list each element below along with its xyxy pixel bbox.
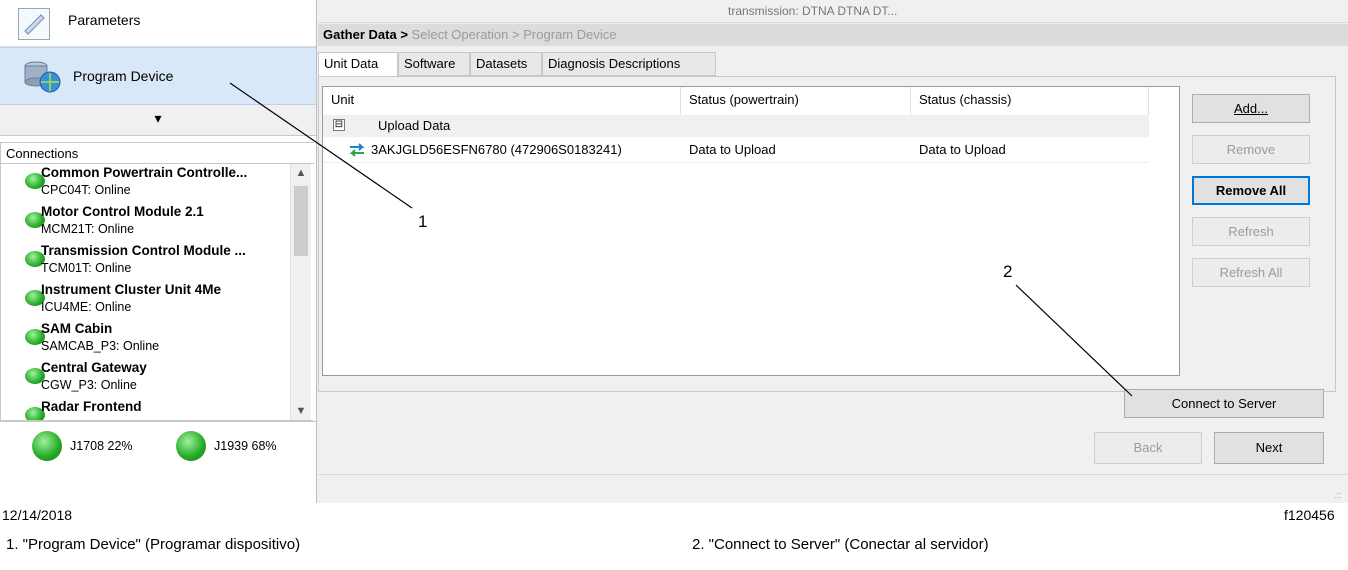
j1708-led-icon <box>32 431 62 461</box>
next-button[interactable]: Next <box>1214 432 1324 464</box>
connection-status: ICU4ME: Online <box>41 300 132 314</box>
connections-list: Common Powertrain Controlle... CPC04T: O… <box>0 164 313 421</box>
chevron-down-icon: ▾ <box>154 110 162 126</box>
bus-status-label: J1939 68% <box>214 439 277 453</box>
add-button[interactable]: Add... <box>1192 94 1310 123</box>
list-item[interactable]: Instrument Cluster Unit 4Me ICU4ME: Onli… <box>1 281 313 320</box>
connection-status: CPC04T: Online <box>41 183 131 197</box>
cell-status-powertrain: Data to Upload <box>689 142 776 157</box>
connection-name: Motor Control Module 2.1 <box>41 204 204 219</box>
unit-data-table: Unit Status (powertrain) Status (chassis… <box>322 86 1180 376</box>
transfer-arrows-icon <box>349 143 365 157</box>
cell-unit: 3AKJGLD56ESFN6780 (472906S0183241) <box>371 142 622 157</box>
breadcrumb-separator: > <box>400 27 408 42</box>
cell-status-chassis: Data to Upload <box>919 142 1006 157</box>
breadcrumb-step: Select Operation <box>411 27 509 42</box>
bus-status-label: J1708 22% <box>70 439 133 453</box>
back-button[interactable]: Back <box>1094 432 1202 464</box>
list-item[interactable]: Motor Control Module 2.1 MCM21T: Online <box>1 203 313 242</box>
tab-unit-data[interactable]: Unit Data <box>318 52 398 77</box>
bus-status-bar: J1708 22% J1939 68% <box>0 421 316 472</box>
nav-item-parameters[interactable]: Parameters <box>0 0 316 47</box>
tab-software[interactable]: Software <box>398 52 470 76</box>
tab-diagnosis-descriptions[interactable]: Diagnosis Descriptions <box>542 52 716 76</box>
column-header-unit[interactable]: Unit <box>323 87 681 115</box>
figure-date: 12/14/2018 <box>2 507 73 523</box>
list-item[interactable]: SAM Cabin SAMCAB_P3: Online <box>1 320 313 359</box>
nav-item-program-device[interactable]: Program Device <box>0 47 316 105</box>
collapse-toggle[interactable]: ▾ <box>0 105 316 136</box>
connection-name: Central Gateway <box>41 360 147 375</box>
breadcrumb-current: Gather Data <box>323 27 397 42</box>
resize-grip-icon[interactable]: .:: <box>1334 490 1342 500</box>
database-network-icon <box>24 61 61 93</box>
window-title: transmission: DTNA DTNA DT... <box>728 4 898 18</box>
list-item[interactable]: Central Gateway CGW_P3: Online <box>1 359 313 398</box>
connection-name: Common Powertrain Controlle... <box>41 165 248 180</box>
connection-status: TCM01T: Online <box>41 261 132 275</box>
refresh-button[interactable]: Refresh <box>1192 217 1310 246</box>
status-bar <box>318 474 1348 503</box>
caption-2: 2. "Connect to Server" (Conectar al serv… <box>692 536 989 553</box>
list-item[interactable]: Radar Frontend <box>1 398 313 420</box>
parameters-icon <box>18 8 50 40</box>
breadcrumb-step: Program Device <box>523 27 617 42</box>
nav-item-label: Parameters <box>68 12 141 28</box>
list-item[interactable]: Common Powertrain Controlle... CPC04T: O… <box>1 164 313 203</box>
list-item[interactable]: Transmission Control Module ... TCM01T: … <box>1 242 313 281</box>
connection-name: SAM Cabin <box>41 321 113 336</box>
group-row[interactable]: ⊟ Upload Data <box>323 115 1149 137</box>
connection-name: Instrument Cluster Unit 4Me <box>41 282 222 297</box>
connections-scrollbar[interactable]: ▲ ▼ <box>290 164 311 420</box>
connection-name: Transmission Control Module ... <box>41 243 246 258</box>
figure-id: f120456 <box>1284 507 1335 523</box>
breadcrumb-separator: > <box>512 27 520 42</box>
connection-status: CGW_P3: Online <box>41 378 137 392</box>
collapse-toggle-icon[interactable]: ⊟ <box>333 119 345 131</box>
add-button-label: Add... <box>1234 101 1268 116</box>
remove-all-button[interactable]: Remove All <box>1192 176 1310 205</box>
scrollbar-thumb[interactable] <box>294 186 308 256</box>
connection-status: MCM21T: Online <box>41 222 135 236</box>
connection-status: SAMCAB_P3: Online <box>41 339 160 353</box>
application-window: transmission: DTNA DTNA DT... Parameters… <box>0 0 1348 503</box>
callout-number: 2 <box>1003 262 1013 281</box>
j1939-led-icon <box>176 431 206 461</box>
column-header-status-powertrain[interactable]: Status (powertrain) <box>681 87 911 115</box>
connection-name: Radar Frontend <box>41 399 142 414</box>
callout-number: 1 <box>418 212 428 231</box>
remove-button[interactable]: Remove <box>1192 135 1310 164</box>
left-pane: Parameters Program Device ▾ Connections … <box>0 0 317 503</box>
nav-item-label: Program Device <box>73 68 174 84</box>
connections-header: Connections <box>0 142 314 164</box>
scroll-up-icon[interactable]: ▲ <box>291 164 311 182</box>
group-label: Upload Data <box>378 118 451 133</box>
breadcrumb: Gather Data > Select Operation > Program… <box>318 24 1348 46</box>
window-title-bar: transmission: DTNA DTNA DT... <box>318 0 1348 23</box>
refresh-all-button[interactable]: Refresh All <box>1192 258 1310 287</box>
caption-1: 1. "Program Device" (Programar dispositi… <box>6 536 301 553</box>
column-header-status-chassis[interactable]: Status (chassis) <box>911 87 1149 115</box>
table-row[interactable]: 3AKJGLD56ESFN6780 (472906S0183241) Data … <box>323 138 1149 163</box>
scroll-down-icon[interactable]: ▼ <box>291 402 311 420</box>
connect-to-server-button[interactable]: Connect to Server <box>1124 389 1324 418</box>
tab-datasets[interactable]: Datasets <box>470 52 542 76</box>
